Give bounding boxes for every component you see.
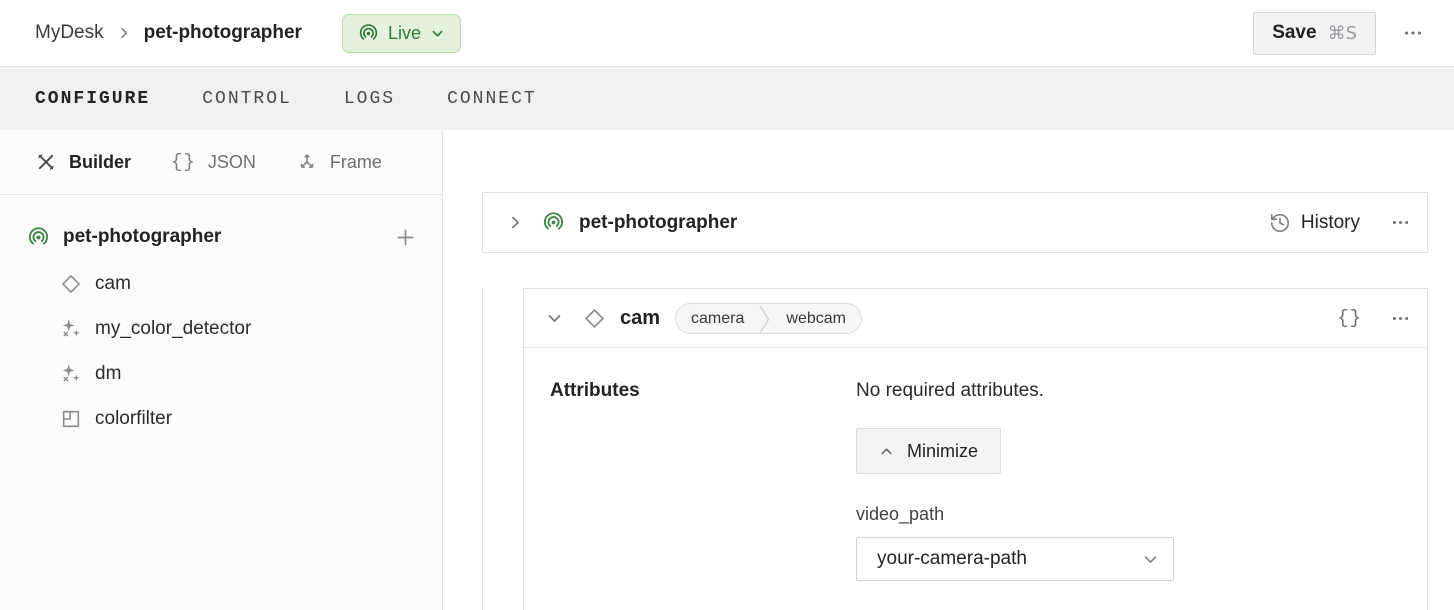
chevron-down-icon[interactable] bbox=[546, 310, 563, 327]
tree-item-dm[interactable]: dm bbox=[60, 351, 415, 396]
tree-item-label: colorfilter bbox=[95, 408, 172, 430]
breadcrumb: MyDesk pet-photographer bbox=[35, 22, 302, 44]
save-shortcut: ⌘S bbox=[1328, 23, 1357, 44]
live-status-badge[interactable]: Live bbox=[342, 14, 461, 53]
braces-icon: {} bbox=[171, 151, 196, 173]
resource-name: cam bbox=[620, 307, 660, 330]
subtab-builder-label: Builder bbox=[69, 152, 131, 173]
subtab-json[interactable]: {} JSON bbox=[171, 151, 256, 173]
chevron-down-icon bbox=[1142, 551, 1159, 568]
video-path-label: video_path bbox=[856, 504, 1401, 525]
sparkles-icon bbox=[60, 318, 82, 340]
header-menu-ellipsis-icon[interactable] bbox=[1402, 22, 1424, 44]
transform-icon bbox=[60, 408, 82, 430]
tab-logs[interactable]: LOGS bbox=[344, 89, 395, 109]
breadcrumb-current: pet-photographer bbox=[144, 22, 302, 44]
broadcast-icon bbox=[27, 226, 50, 249]
chevron-up-icon bbox=[879, 444, 894, 459]
resource-tree: pet-photographer cam bbox=[0, 195, 442, 441]
history-icon bbox=[1269, 212, 1291, 234]
attributes-heading: Attributes bbox=[550, 380, 856, 581]
tree-item-my-color-detector[interactable]: my_color_detector bbox=[60, 306, 415, 351]
tab-connect[interactable]: CONNECT bbox=[447, 89, 537, 109]
minimize-button[interactable]: Minimize bbox=[856, 428, 1001, 474]
tree-item-colorfilter[interactable]: colorfilter bbox=[60, 396, 415, 441]
resource-model: webcam bbox=[771, 304, 861, 333]
resource-type-pill: camera webcam bbox=[675, 303, 862, 334]
resource-card-group: cam camera webcam {} bbox=[482, 288, 1428, 610]
broadcast-icon bbox=[358, 23, 379, 44]
diamond-icon bbox=[583, 307, 606, 330]
breadcrumb-root[interactable]: MyDesk bbox=[35, 22, 104, 44]
tree-root-machine[interactable]: pet-photographer bbox=[27, 219, 415, 255]
save-button-label: Save bbox=[1272, 22, 1316, 44]
subtab-frame-label: Frame bbox=[330, 152, 382, 173]
history-button[interactable]: History bbox=[1269, 212, 1360, 234]
config-main: pet-photographer History bbox=[443, 130, 1454, 610]
card-menu-ellipsis-icon[interactable] bbox=[1390, 308, 1411, 329]
subtab-frame[interactable]: Frame bbox=[296, 151, 382, 173]
broadcast-icon bbox=[542, 211, 565, 234]
no-required-attributes-text: No required attributes. bbox=[856, 380, 1401, 402]
tree-item-label: cam bbox=[95, 273, 131, 295]
subtab-json-label: JSON bbox=[208, 152, 256, 173]
live-status-label: Live bbox=[388, 23, 421, 44]
machine-part-panel: pet-photographer History bbox=[482, 192, 1428, 253]
pill-divider-chevron-icon bbox=[759, 304, 771, 333]
axes-icon bbox=[296, 151, 318, 173]
chevron-right-icon[interactable] bbox=[507, 214, 524, 231]
tree-item-cam[interactable]: cam bbox=[60, 261, 415, 306]
part-panel-title: pet-photographer bbox=[579, 212, 737, 234]
tools-icon bbox=[35, 151, 57, 173]
chevron-down-icon bbox=[430, 26, 445, 41]
plus-icon[interactable] bbox=[396, 228, 415, 247]
resource-type: camera bbox=[676, 304, 759, 333]
save-button[interactable]: Save ⌘S bbox=[1253, 12, 1376, 55]
app-header: MyDesk pet-photographer Live Save ⌘S bbox=[0, 0, 1454, 67]
config-sidebar: Builder {} JSON Frame bbox=[0, 130, 443, 610]
diamond-icon bbox=[60, 273, 82, 295]
part-menu-ellipsis-icon[interactable] bbox=[1390, 212, 1411, 233]
tree-root-label: pet-photographer bbox=[63, 226, 221, 248]
view-subtabs: Builder {} JSON Frame bbox=[0, 130, 442, 195]
cam-card-header: cam camera webcam {} bbox=[524, 289, 1427, 348]
minimize-button-label: Minimize bbox=[907, 441, 978, 462]
video-path-value: your-camera-path bbox=[877, 548, 1027, 570]
cam-resource-card: cam camera webcam {} bbox=[523, 288, 1428, 610]
tab-control[interactable]: CONTROL bbox=[202, 89, 292, 109]
cam-card-body: Attributes No required attributes. Minim… bbox=[524, 348, 1427, 581]
braces-icon[interactable]: {} bbox=[1337, 307, 1362, 329]
video-path-select[interactable]: your-camera-path bbox=[856, 537, 1174, 581]
subtab-builder[interactable]: Builder bbox=[35, 151, 131, 173]
chevron-right-icon bbox=[116, 25, 132, 41]
tree-item-label: my_color_detector bbox=[95, 318, 251, 340]
tree-item-label: dm bbox=[95, 363, 121, 385]
sparkles-icon bbox=[60, 363, 82, 385]
main-tabbar: CONFIGURE CONTROL LOGS CONNECT bbox=[0, 67, 1454, 130]
tab-configure[interactable]: CONFIGURE bbox=[35, 89, 150, 109]
history-button-label: History bbox=[1301, 212, 1360, 234]
